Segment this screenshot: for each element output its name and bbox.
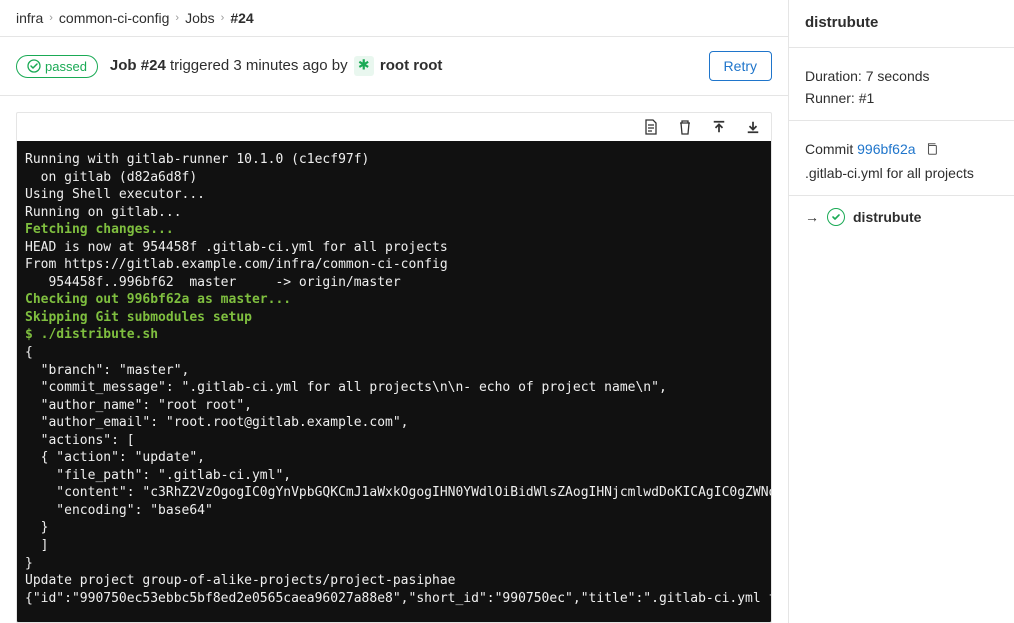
commit-label: Commit [805, 141, 857, 157]
log-line: "author_email": "root.root@gitlab.exampl… [25, 414, 763, 432]
log-line: "content": "c3RhZ2VzOgogIC0gYnVpbGQKCmJ1… [25, 484, 763, 502]
job-header: passed Job #24 triggered 3 minutes ago b… [0, 37, 788, 96]
log-line: Fetching changes... [25, 221, 763, 239]
status-badge: passed [16, 55, 98, 78]
job-triggered-text: triggered 3 minutes ago by [166, 57, 352, 74]
check-circle-icon [27, 59, 41, 73]
log-line: } [25, 555, 763, 573]
log-panel: Running with gitlab-runner 10.1.0 (c1ecf… [16, 112, 772, 623]
log-line: $ ./distribute.sh [25, 326, 763, 344]
log-line: Checking out 996bf62a as master... [25, 291, 763, 309]
terminal-output[interactable]: Running with gitlab-runner 10.1.0 (c1ecf… [17, 141, 771, 622]
log-line: 954458f..996bf62 master -> origin/master [25, 274, 763, 292]
runner-value: #1 [855, 90, 874, 106]
breadcrumb-item-current: #24 [230, 10, 253, 26]
log-line: { "action": "update", [25, 449, 763, 467]
commit-message: .gitlab-ci.yml for all projects [805, 165, 998, 181]
user-link[interactable]: root root [380, 57, 442, 74]
arrow-right-icon: → [805, 209, 819, 225]
log-line: { [25, 344, 763, 362]
erase-log-icon[interactable] [677, 119, 693, 135]
commit-link[interactable]: 996bf62a [857, 141, 915, 157]
raw-log-icon[interactable] [643, 119, 659, 135]
avatar[interactable] [354, 56, 374, 76]
log-line: Running with gitlab-runner 10.1.0 (c1ecf… [25, 151, 763, 169]
log-line: "actions": [ [25, 432, 763, 450]
breadcrumb-item[interactable]: infra [16, 10, 43, 26]
stage-row[interactable]: → distrubute [789, 196, 1014, 238]
log-line: "file_path": ".gitlab-ci.yml", [25, 467, 763, 485]
scroll-top-icon[interactable] [711, 119, 727, 135]
log-toolbar [17, 113, 771, 141]
log-line: on gitlab (d82a6d8f) [25, 169, 763, 187]
sidebar: distrubute Duration: 7 seconds Runner: #… [788, 0, 1014, 623]
log-line: "encoding": "base64" [25, 502, 763, 520]
log-line: "commit_message": ".gitlab-ci.yml for al… [25, 379, 763, 397]
retry-button[interactable]: Retry [709, 51, 772, 81]
log-line: "author_name": "root root", [25, 397, 763, 415]
breadcrumb-item[interactable]: Jobs [185, 10, 215, 26]
log-line: HEAD is now at 954458f .gitlab-ci.yml fo… [25, 239, 763, 257]
status-badge-label: passed [45, 59, 87, 74]
log-line: ] [25, 537, 763, 555]
chevron-right-icon: › [49, 12, 53, 24]
log-line: Update project group-of-alike-projects/p… [25, 572, 763, 590]
job-number: Job #24 [110, 57, 166, 74]
log-line: } [25, 519, 763, 537]
duration-value: 7 seconds [862, 68, 930, 84]
scroll-bottom-icon[interactable] [745, 119, 761, 135]
copy-icon[interactable] [925, 142, 939, 159]
chevron-right-icon: › [175, 12, 179, 24]
job-title: Job #24 triggered 3 minutes ago by root … [110, 56, 697, 76]
log-line: Running on gitlab... [25, 204, 763, 222]
log-line: Skipping Git submodules setup [25, 309, 763, 327]
log-line: {"id":"990750ec53ebbc5bf8ed2e0565caea960… [25, 590, 763, 608]
stage-name: distrubute [853, 209, 921, 225]
runner-label: Runner: [805, 90, 855, 106]
breadcrumb-item[interactable]: common-ci-config [59, 10, 169, 26]
duration-label: Duration: [805, 68, 862, 84]
sidebar-job-name: distrubute [805, 14, 998, 31]
log-line: "branch": "master", [25, 362, 763, 380]
check-circle-icon [827, 208, 845, 226]
chevron-right-icon: › [221, 12, 225, 24]
log-line: Using Shell executor... [25, 186, 763, 204]
breadcrumb: infra › common-ci-config › Jobs › #24 [0, 0, 788, 37]
log-line: From https://gitlab.example.com/infra/co… [25, 256, 763, 274]
